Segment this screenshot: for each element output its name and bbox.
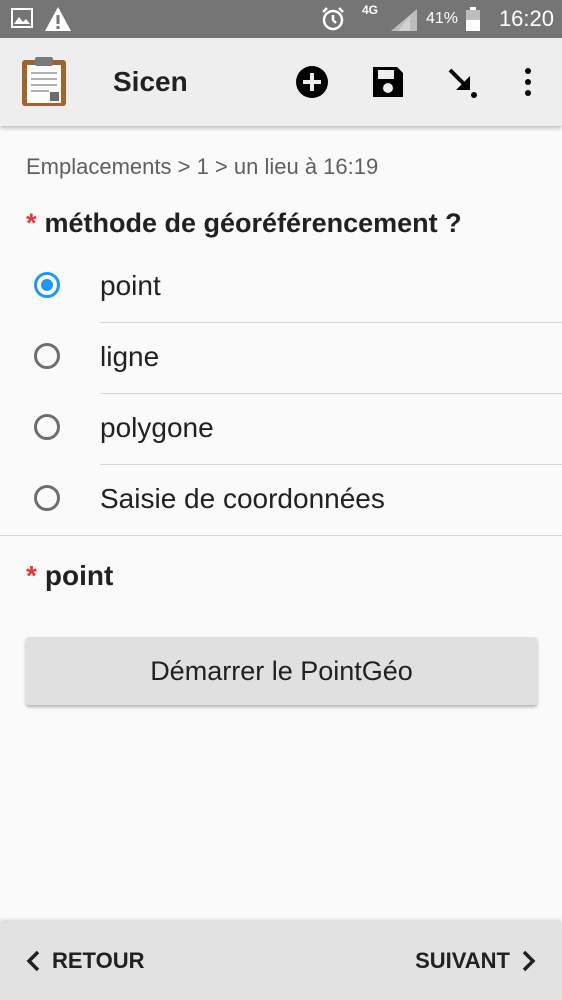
chevron-left-icon (26, 950, 40, 972)
point-field-text: point (44, 560, 114, 591)
back-label: RETOUR (52, 948, 145, 973)
next-label: SUIVANT (415, 948, 510, 973)
next-button[interactable]: SUIVANT (415, 922, 536, 1000)
back-button[interactable]: RETOUR (26, 922, 145, 1000)
radio-option-point[interactable]: point (0, 252, 562, 323)
add-icon[interactable] (294, 64, 330, 100)
network-type: 4G (362, 3, 379, 17)
app-bar: Sicen (0, 38, 562, 126)
battery-icon (466, 7, 480, 36)
alarm-icon (320, 6, 346, 37)
question-label: * méthode de géoréférencement ? (26, 208, 462, 239)
save-icon[interactable] (370, 64, 406, 100)
radio-option-ligne[interactable]: ligne (0, 323, 562, 394)
required-marker: * (26, 560, 37, 591)
radio-option-label: Saisie de coordonnées (100, 483, 385, 514)
chevron-right-icon (522, 950, 536, 972)
start-geopoint-button[interactable]: Démarrer le PointGéo (26, 637, 537, 705)
radio-button[interactable] (34, 414, 60, 440)
radio-option-saisie-coordonnees[interactable]: Saisie de coordonnées (0, 465, 562, 536)
question-text: méthode de géoréférencement ? (44, 208, 462, 238)
app-title: Sicen (113, 66, 188, 97)
clipboard-logo-icon (20, 56, 68, 113)
gallery-notification-icon (10, 6, 34, 35)
status-bar: 4G 41% 16:20 (0, 0, 562, 38)
clock: 16:20 (498, 6, 554, 31)
divider (0, 535, 562, 536)
radio-option-label: point (100, 270, 161, 301)
overflow-menu-icon[interactable] (510, 64, 546, 100)
radio-button[interactable] (34, 485, 60, 511)
radio-button-checked[interactable] (34, 272, 60, 298)
go-to-end-icon[interactable] (444, 64, 480, 100)
breadcrumb: Emplacements > 1 > un lieu à 16:19 (26, 154, 379, 179)
required-marker: * (26, 208, 37, 238)
radio-option-label: ligne (100, 341, 160, 372)
radio-button[interactable] (34, 343, 60, 369)
battery-percentage: 41% (426, 10, 459, 27)
radio-option-label: polygone (100, 412, 214, 443)
warning-notification-icon (44, 6, 72, 37)
radio-group: point ligne polygone Saisie de coordonné… (0, 252, 562, 536)
signal-icon (390, 8, 418, 37)
radio-option-polygone[interactable]: polygone (0, 394, 562, 465)
bottom-navigation: RETOUR SUIVANT (0, 922, 562, 1000)
point-field-label: * point (26, 560, 113, 592)
